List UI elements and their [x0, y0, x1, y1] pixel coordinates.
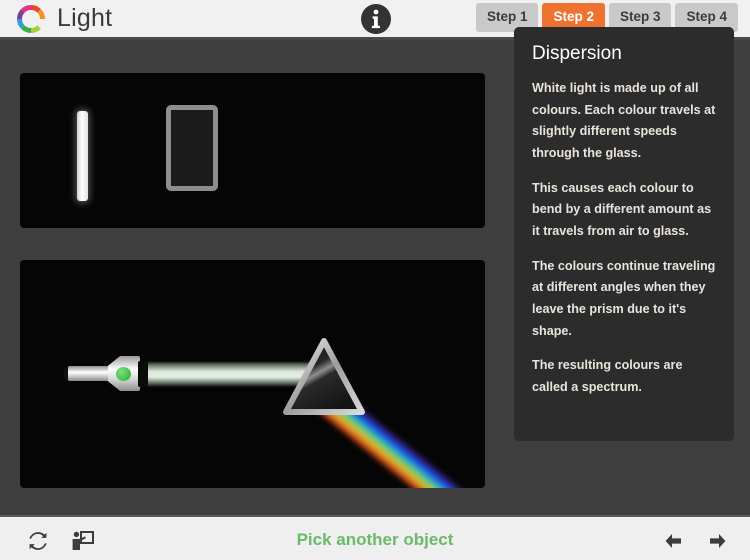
info-paragraph-4: The resulting colours are called a spect…: [532, 358, 683, 394]
app-footer: Pick another object: [0, 515, 750, 560]
torch-body[interactable]: [68, 366, 114, 381]
page-title: Light: [57, 4, 113, 32]
arrow-right-icon[interactable]: [707, 530, 729, 552]
info-panel-title: Dispersion: [532, 43, 622, 64]
simulation-canvas[interactable]: [20, 260, 485, 488]
white-light-beam: [146, 361, 318, 387]
torch-collar: [138, 361, 148, 387]
object-selection-canvas[interactable]: [20, 73, 485, 228]
glass-block-object[interactable]: [166, 105, 218, 191]
info-circle-icon[interactable]: [360, 3, 392, 35]
info-paragraph-3: The colours continue traveling at differ…: [532, 258, 716, 338]
arrow-left-icon[interactable]: [662, 530, 684, 552]
info-paragraph-1: White light is made up of all colours. E…: [532, 81, 716, 160]
pick-another-object-button[interactable]: Pick another object: [0, 517, 750, 560]
brand: Light: [14, 2, 112, 36]
torch-power-button[interactable]: [116, 367, 131, 381]
info-panel: Dispersion White light is made up of all…: [514, 27, 734, 441]
colour-wheel-logo-icon: [14, 2, 48, 36]
info-paragraph-2: This causes each colour to bend by a dif…: [532, 180, 712, 238]
light-simulation-app: Light Step 1 Step 2 Step 3 Step 4 Disper…: [0, 0, 750, 560]
white-light-bar[interactable]: [77, 111, 88, 201]
